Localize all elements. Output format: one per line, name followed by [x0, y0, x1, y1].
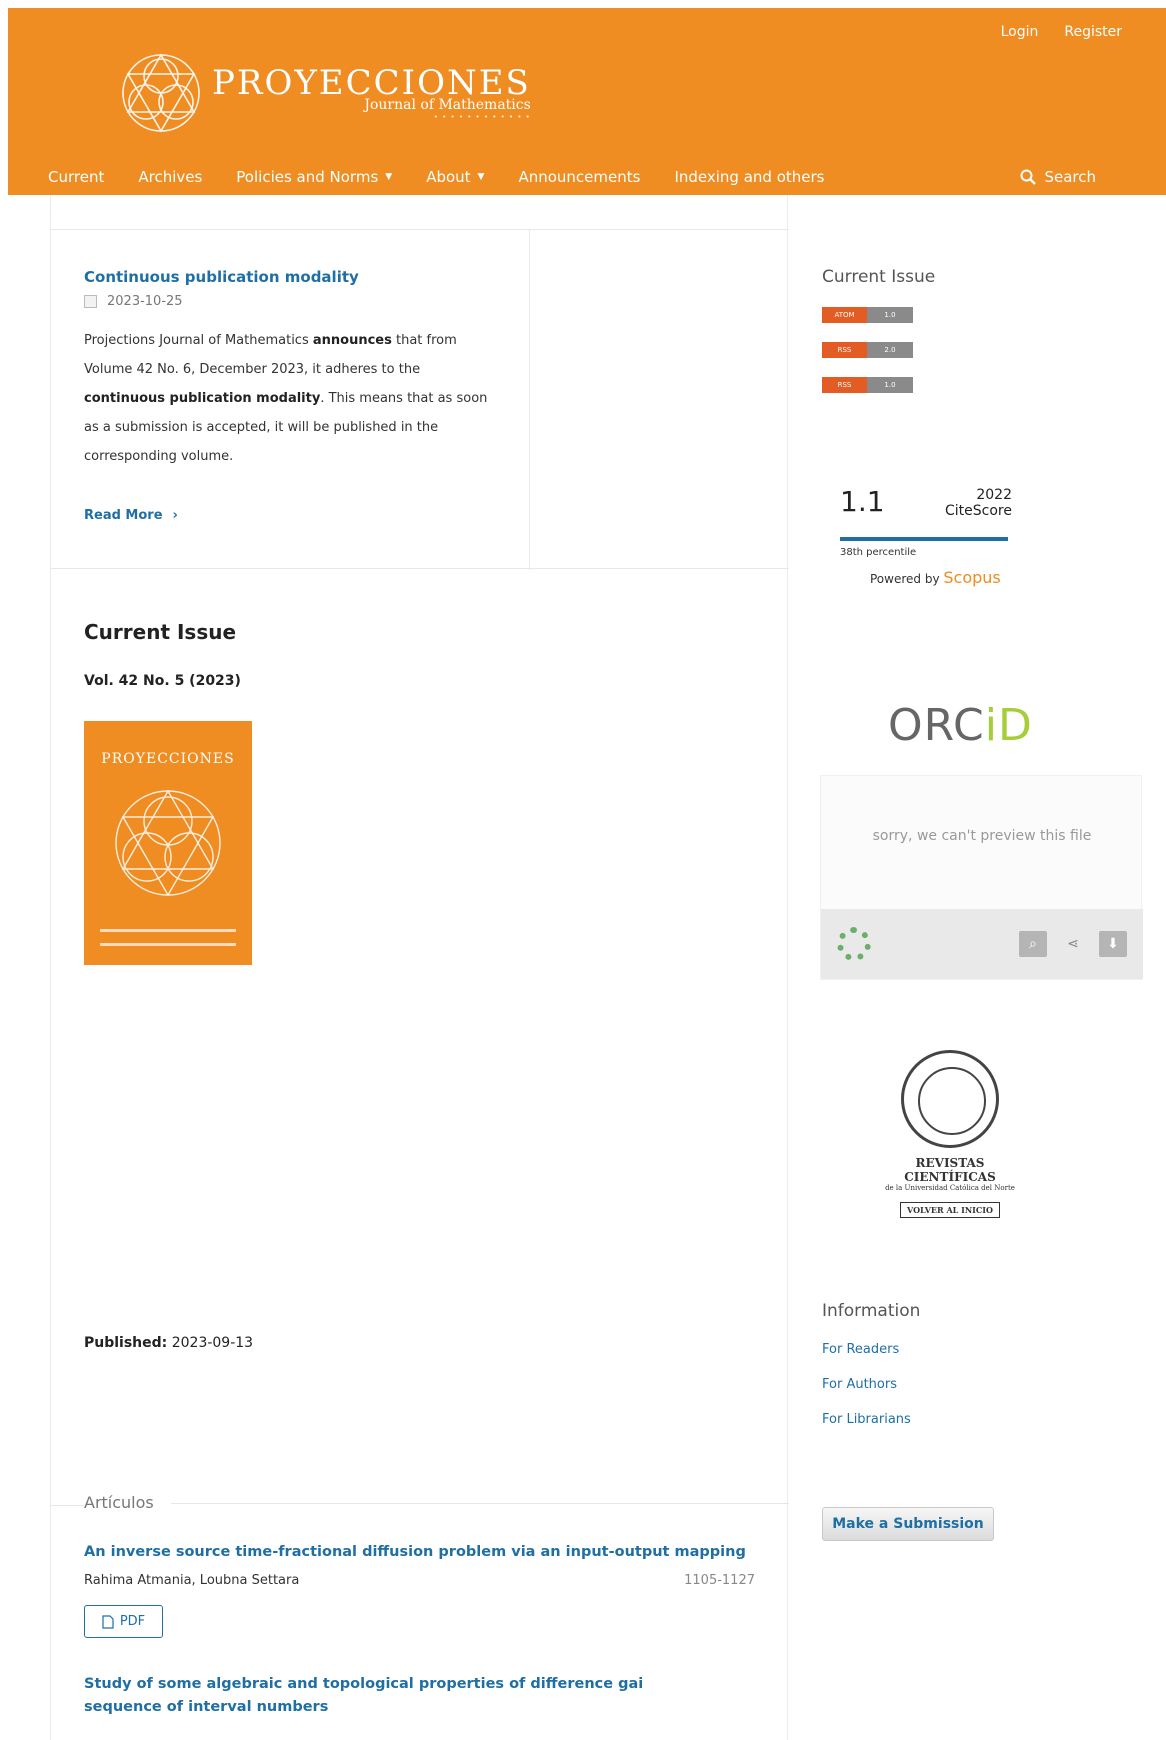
- issue-cover-image[interactable]: PROYECCIONES: [84, 721, 252, 965]
- for-authors-link[interactable]: For Authors: [822, 1377, 897, 1392]
- logo-tagline-decoration: • • • • • • • • • • • •: [433, 113, 531, 121]
- citescore-value: 1.1: [840, 485, 885, 518]
- ucn-journals-logo[interactable]: REVISTAS CIENTÍFICAS de la Universidad C…: [870, 1050, 1030, 1218]
- viewer-logo-icon: [837, 927, 871, 961]
- register-link[interactable]: Register: [1064, 24, 1122, 40]
- rss2-feed-badge[interactable]: RSS 2.0: [822, 342, 913, 358]
- read-more-link[interactable]: Read More ›: [84, 508, 178, 523]
- share-icon[interactable]: ⋖: [1063, 931, 1083, 957]
- announcement-panel: Continuous publication modality 2023-10-…: [51, 229, 789, 570]
- pdf-button[interactable]: PDF: [84, 1605, 163, 1638]
- user-nav: Login Register: [1001, 24, 1122, 40]
- make-submission-button[interactable]: Make a Submission: [822, 1507, 994, 1541]
- article-title[interactable]: An inverse source time-fractional diffus…: [84, 1541, 746, 1564]
- logo-emblem-icon: [122, 53, 200, 133]
- citescore-widget[interactable]: 1.1 2022 CiteScore 38th percentile Powere…: [840, 485, 1012, 605]
- divider: [529, 230, 530, 570]
- preview-toolbar: ⌕ ⋖ ⬇: [821, 909, 1143, 979]
- search-icon: [1020, 169, 1037, 185]
- logo-title: PROYECCIONES: [212, 63, 531, 103]
- login-link[interactable]: Login: [1001, 24, 1039, 40]
- announcement-summary: Projections Journal of Mathematics annou…: [84, 333, 488, 464]
- for-librarians-link[interactable]: For Librarians: [822, 1412, 911, 1427]
- divider: [171, 1503, 789, 1504]
- announcement-title[interactable]: Continuous publication modality: [84, 268, 359, 286]
- main-content: Continuous publication modality 2023-10-…: [50, 195, 789, 1740]
- calendar-icon: [84, 295, 97, 308]
- file-pdf-icon: [102, 1614, 114, 1629]
- journal-logo[interactable]: PROYECCIONES Journal of Mathematics • • …: [120, 48, 531, 138]
- cover-emblem-icon: [100, 789, 236, 946]
- rss1-feed-badge[interactable]: RSS 1.0: [822, 377, 913, 393]
- nav-indexing-and-others[interactable]: Indexing and others: [674, 168, 824, 186]
- file-preview-widget: sorry, we can't preview this file ⌕ ⋖ ⬇: [820, 775, 1143, 980]
- search-link[interactable]: Search: [1020, 168, 1096, 186]
- information-heading: Information: [822, 1301, 921, 1321]
- nav-archives[interactable]: Archives: [138, 168, 202, 186]
- for-readers-link[interactable]: For Readers: [822, 1342, 899, 1357]
- article-title[interactable]: Study of some algebraic and topological …: [84, 1673, 724, 1719]
- article-authors: Rahima Atmania, Loubna Settara: [84, 1573, 300, 1588]
- published-date: Published: 2023-09-13: [84, 1335, 254, 1351]
- caret-down-icon: ▼: [477, 172, 485, 182]
- nav-about[interactable]: About ▼: [426, 168, 484, 186]
- preview-error-message: sorry, we can't preview this file: [872, 828, 1092, 844]
- announcement-date: 2023-10-25: [84, 294, 183, 309]
- nav-current[interactable]: Current: [48, 168, 104, 186]
- powered-by-scopus: Powered by Scopus: [870, 568, 1001, 587]
- section-heading: Artículos: [84, 1493, 154, 1512]
- citescore-label: 2022 CiteScore: [945, 487, 1012, 519]
- caret-down-icon: ▼: [385, 172, 393, 182]
- primary-nav: Current Archives Policies and Norms ▼ Abo…: [48, 168, 859, 186]
- current-issue-heading: Current Issue: [84, 620, 237, 644]
- nav-policies-and-norms[interactable]: Policies and Norms ▼: [236, 168, 392, 186]
- site-header: Login Register PROYECCIONES Journal of M…: [8, 8, 1166, 195]
- orcid-logo[interactable]: ORCiD: [888, 700, 1033, 751]
- zoom-icon[interactable]: ⌕: [1019, 931, 1047, 957]
- chevron-right-icon: ›: [172, 508, 178, 523]
- citescore-bar: [840, 537, 1008, 541]
- article-pages: 1105-1127: [684, 1573, 755, 1588]
- download-icon[interactable]: ⬇: [1099, 931, 1127, 957]
- nav-announcements[interactable]: Announcements: [518, 168, 640, 186]
- atom-feed-badge[interactable]: ATOM 1.0: [822, 307, 913, 323]
- sidebar-current-issue-heading: Current Issue: [822, 267, 936, 287]
- university-seal-icon: [901, 1050, 999, 1148]
- divider: [51, 1505, 84, 1506]
- issue-volume: Vol. 42 No. 5 (2023): [84, 673, 241, 689]
- back-to-home-button[interactable]: VOLVER AL INICIO: [900, 1202, 1000, 1218]
- citescore-percentile: 38th percentile: [840, 547, 917, 558]
